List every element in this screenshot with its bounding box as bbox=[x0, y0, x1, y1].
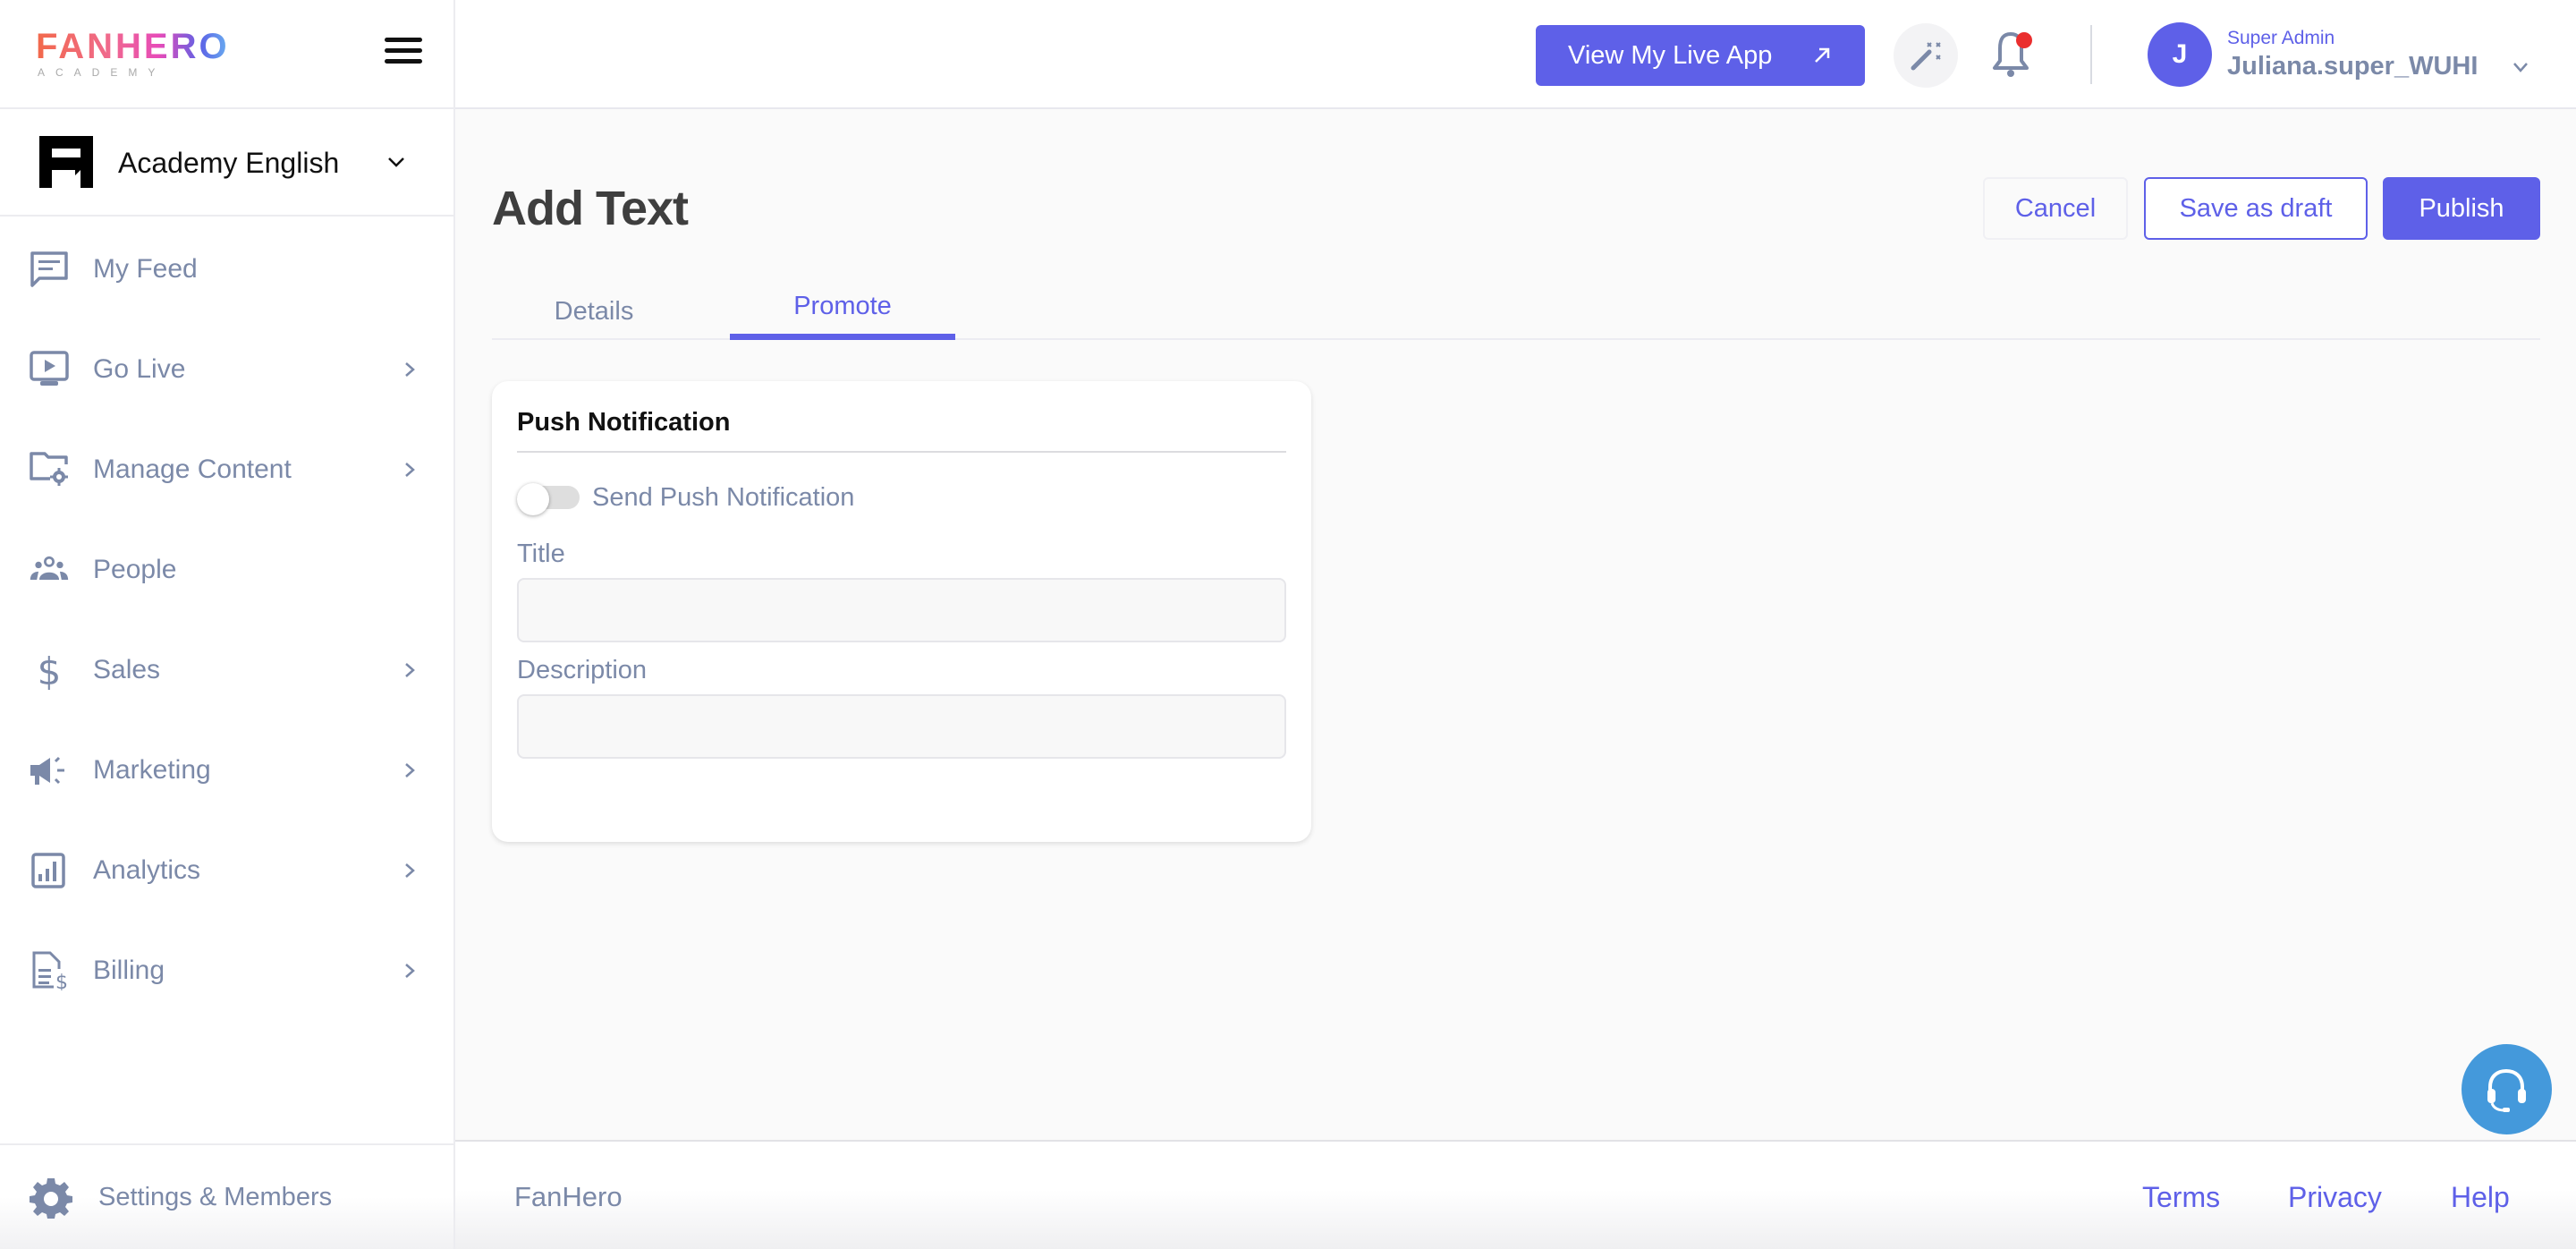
user-name[interactable]: Juliana.super_WUHI bbox=[2227, 50, 2478, 82]
sidebar-item-label: My Feed bbox=[93, 254, 198, 284]
megaphone-icon bbox=[30, 756, 64, 785]
user-role: Super Admin bbox=[2227, 28, 2335, 48]
sidebar-item-my-feed[interactable]: My Feed bbox=[0, 219, 453, 319]
sidebar-item-marketing[interactable]: Marketing bbox=[0, 720, 453, 820]
divider bbox=[517, 451, 1286, 453]
sidebar-item-label: Go Live bbox=[93, 354, 186, 384]
svg-text:$: $ bbox=[55, 972, 68, 990]
org-name: Academy English bbox=[118, 147, 340, 179]
logo-subtext: ACADEMY bbox=[38, 66, 166, 79]
description-label: Description bbox=[517, 656, 648, 684]
privacy-link[interactable]: Privacy bbox=[2288, 1179, 2382, 1215]
org-switcher[interactable]: Academy English bbox=[0, 109, 453, 215]
folder-settings-icon bbox=[30, 452, 68, 486]
chevron-down-icon[interactable] bbox=[2512, 61, 2529, 73]
send-push-toggle[interactable] bbox=[517, 483, 581, 515]
fanhero-logo[interactable]: FANHERO ACADEMY bbox=[36, 27, 242, 81]
view-live-app-label: View My Live App bbox=[1568, 41, 1773, 70]
gear-icon bbox=[30, 1178, 72, 1219]
chevron-right-icon bbox=[405, 663, 415, 677]
support-chat-button[interactable] bbox=[2462, 1044, 2552, 1134]
settings-members-button[interactable]: Settings & Members bbox=[0, 1145, 453, 1249]
chevron-down-icon bbox=[388, 157, 404, 167]
svg-text:$: $ bbox=[38, 650, 62, 690]
publish-button[interactable]: Publish bbox=[2383, 177, 2540, 240]
help-link[interactable]: Help bbox=[2451, 1179, 2510, 1215]
sidebar-item-label: Analytics bbox=[93, 855, 201, 885]
sidebar-item-sales[interactable]: $ Sales bbox=[0, 620, 453, 720]
save-as-draft-button[interactable]: Save as draft bbox=[2144, 177, 2368, 240]
sidebar-item-label: People bbox=[93, 555, 177, 584]
divider bbox=[0, 215, 453, 217]
sidebar-item-billing[interactable]: $ Billing bbox=[0, 921, 453, 1021]
sidebar-item-manage-content[interactable]: Manage Content bbox=[0, 420, 453, 520]
sidebar-item-label: Marketing bbox=[93, 755, 211, 785]
live-video-icon bbox=[30, 351, 69, 386]
title-label: Title bbox=[517, 540, 565, 568]
sidebar-item-go-live[interactable]: Go Live bbox=[0, 319, 453, 420]
settings-label: Settings & Members bbox=[98, 1183, 333, 1211]
view-live-app-button[interactable]: View My Live App bbox=[1536, 25, 1865, 86]
analytics-icon bbox=[31, 853, 65, 888]
tab-details[interactable]: Details bbox=[519, 288, 669, 335]
chevron-right-icon bbox=[405, 463, 415, 477]
active-tab-indicator bbox=[730, 334, 955, 340]
magic-wand-icon bbox=[1911, 42, 1941, 71]
toggle-knob bbox=[517, 483, 549, 515]
menu-toggle-icon[interactable] bbox=[385, 38, 422, 66]
description-input[interactable] bbox=[517, 694, 1286, 759]
chevron-right-icon bbox=[405, 763, 415, 777]
notification-badge bbox=[2016, 32, 2032, 48]
feed-icon bbox=[30, 251, 68, 287]
sidebar-item-label: Manage Content bbox=[93, 455, 292, 484]
sidebar-item-analytics[interactable]: Analytics bbox=[0, 820, 453, 921]
logo-text: FANHERO bbox=[36, 27, 242, 66]
title-input[interactable] bbox=[517, 578, 1286, 642]
chevron-right-icon bbox=[405, 362, 415, 377]
chevron-right-icon bbox=[405, 964, 415, 978]
billing-icon: $ bbox=[32, 951, 68, 990]
divider bbox=[2090, 25, 2092, 84]
push-notification-card: Push Notification Send Push Notification… bbox=[492, 381, 1311, 842]
footer-brand: FanHero bbox=[514, 1181, 623, 1212]
top-bar: View My Live App J Super Admin Juliana.s… bbox=[455, 0, 2576, 109]
sidebar-item-label: Sales bbox=[93, 655, 161, 684]
terms-link[interactable]: Terms bbox=[2142, 1179, 2220, 1215]
sidebar-item-label: Billing bbox=[93, 956, 165, 985]
tab-promote[interactable]: Promote bbox=[730, 283, 955, 329]
page-title: Add Text bbox=[492, 182, 689, 235]
footer: FanHero Terms Privacy Help bbox=[455, 1140, 2576, 1249]
org-logo-icon bbox=[39, 136, 93, 188]
chevron-right-icon bbox=[405, 863, 415, 878]
dollar-icon: $ bbox=[38, 650, 62, 690]
headset-icon bbox=[2487, 1068, 2526, 1112]
sidebar-item-people[interactable]: People bbox=[0, 520, 453, 620]
magic-wand-button[interactable] bbox=[1894, 23, 1958, 88]
card-title: Push Notification bbox=[517, 408, 731, 437]
sidebar: FANHERO ACADEMY Academy English My Feed … bbox=[0, 0, 455, 1249]
send-push-label: Send Push Notification bbox=[592, 483, 855, 512]
cancel-button[interactable]: Cancel bbox=[1983, 177, 2128, 240]
people-icon bbox=[30, 556, 69, 581]
external-link-arrow-icon bbox=[1815, 47, 1830, 63]
user-avatar[interactable]: J bbox=[2148, 22, 2212, 87]
